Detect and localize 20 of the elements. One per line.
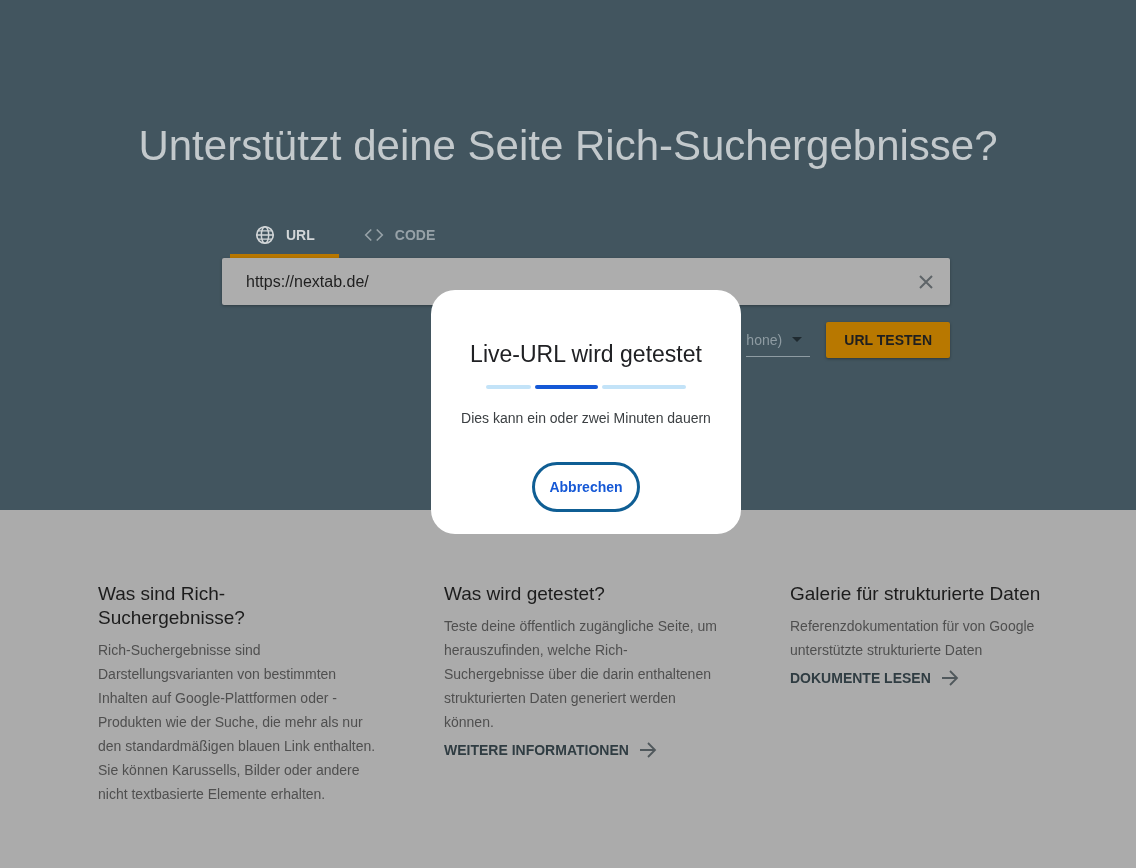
arrow-right-icon	[940, 670, 959, 686]
read-more-link[interactable]: WEITERE INFORMATIONEN	[444, 742, 657, 758]
column-text: Referenzdokumentation für von Google unterstützte strukturierte Daten	[790, 617, 1036, 660]
column-text: Teste deine öffentlich zugängliche Seite, um herauszufinden, welche Rich-Suchergebnisse über die darin enthaltenen strukturierten Daten generiert werden können.	[444, 617, 718, 732]
caret-icon	[792, 336, 803, 343]
tab[interactable]: CODE	[338, 218, 460, 258]
dialog-message: Dies kann ein oder zwei Minuten dauern	[461, 410, 711, 426]
column-heading: Was sind Rich-Suchergebnisse?	[98, 582, 246, 630]
column-heading: Galerie für strukturierte Daten	[790, 582, 1042, 606]
globe-icon	[254, 224, 276, 246]
test-url-button[interactable]: URL TESTEN	[826, 322, 950, 358]
column-heading: Was wird getestet?	[444, 582, 606, 606]
read-more-link[interactable]: DOKUMENTE LESEN	[790, 670, 959, 686]
dialog-title: Live-URL wird getestet	[470, 340, 702, 368]
arrow-right-icon	[638, 742, 657, 758]
column-text: Rich-Suchergebnisse sind Darstellungsvarianten von bestimmten Inhalten auf Google-Plattformen oder -Produkten wie der Suche, die mehr als nur den standardmäßigen blauen Link enthalten. Sie können Karussells, Bilder oder andere nicht textbasierte Elemente erhalten.	[98, 641, 376, 804]
close-icon[interactable]	[918, 274, 934, 290]
page-heading: Unterstützt deine Seite Rich-Suchergebnisse?	[137, 121, 999, 171]
cancel-button[interactable]: Abbrechen	[532, 462, 640, 512]
device-dropdown[interactable]: hone)	[746, 323, 811, 357]
